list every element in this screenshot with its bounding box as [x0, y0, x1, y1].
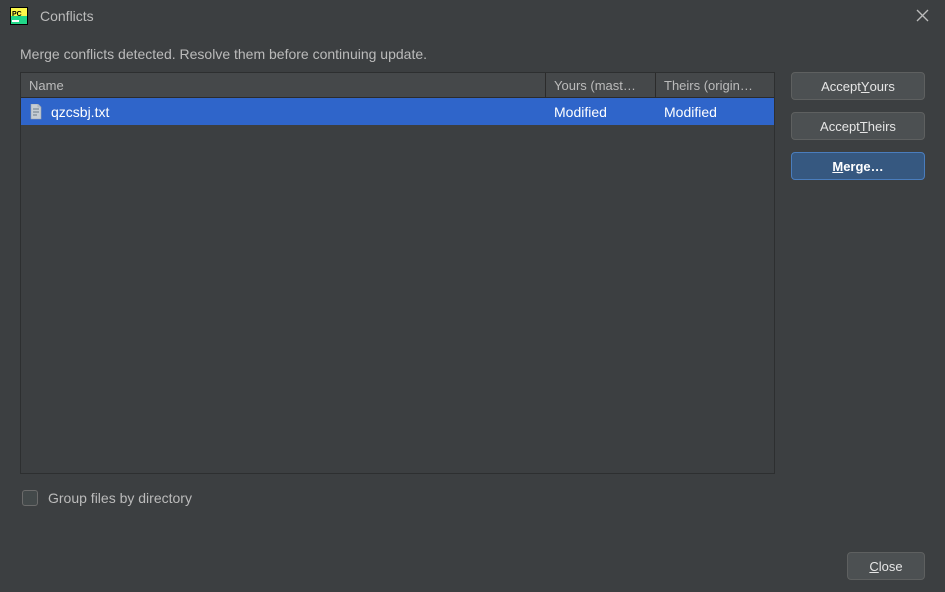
pycharm-icon: PC [10, 7, 28, 25]
dialog-footer: Close [847, 552, 925, 580]
instruction-text: Merge conflicts detected. Resolve them b… [20, 46, 925, 62]
conflicts-table: Name Yours (mast… Theirs (origin… [20, 72, 775, 474]
close-icon[interactable] [913, 6, 931, 24]
column-header-theirs[interactable]: Theirs (origin… [656, 73, 774, 97]
column-header-yours[interactable]: Yours (mast… [546, 73, 656, 97]
close-button[interactable]: Close [847, 552, 925, 580]
cell-theirs: Modified [656, 104, 774, 120]
dialog-content: Merge conflicts detected. Resolve them b… [0, 32, 945, 506]
svg-text:PC: PC [12, 11, 22, 18]
column-header-name[interactable]: Name [21, 73, 546, 97]
accept-yours-button[interactable]: Accept Yours [791, 72, 925, 100]
titlebar: PC Conflicts [0, 0, 945, 32]
group-option-row: Group files by directory [20, 490, 925, 506]
window-title: Conflicts [40, 8, 94, 24]
action-buttons: Accept Yours Accept Theirs Merge… [791, 72, 925, 474]
table-header: Name Yours (mast… Theirs (origin… [21, 73, 774, 98]
file-icon [29, 104, 43, 120]
file-name: qzcsbj.txt [51, 104, 109, 120]
group-files-label: Group files by directory [48, 490, 192, 506]
table-row[interactable]: qzcsbj.txt Modified Modified [21, 98, 774, 125]
merge-button[interactable]: Merge… [791, 152, 925, 180]
group-files-checkbox[interactable] [22, 490, 38, 506]
table-body: qzcsbj.txt Modified Modified [21, 98, 774, 473]
cell-yours: Modified [546, 104, 656, 120]
accept-theirs-button[interactable]: Accept Theirs [791, 112, 925, 140]
